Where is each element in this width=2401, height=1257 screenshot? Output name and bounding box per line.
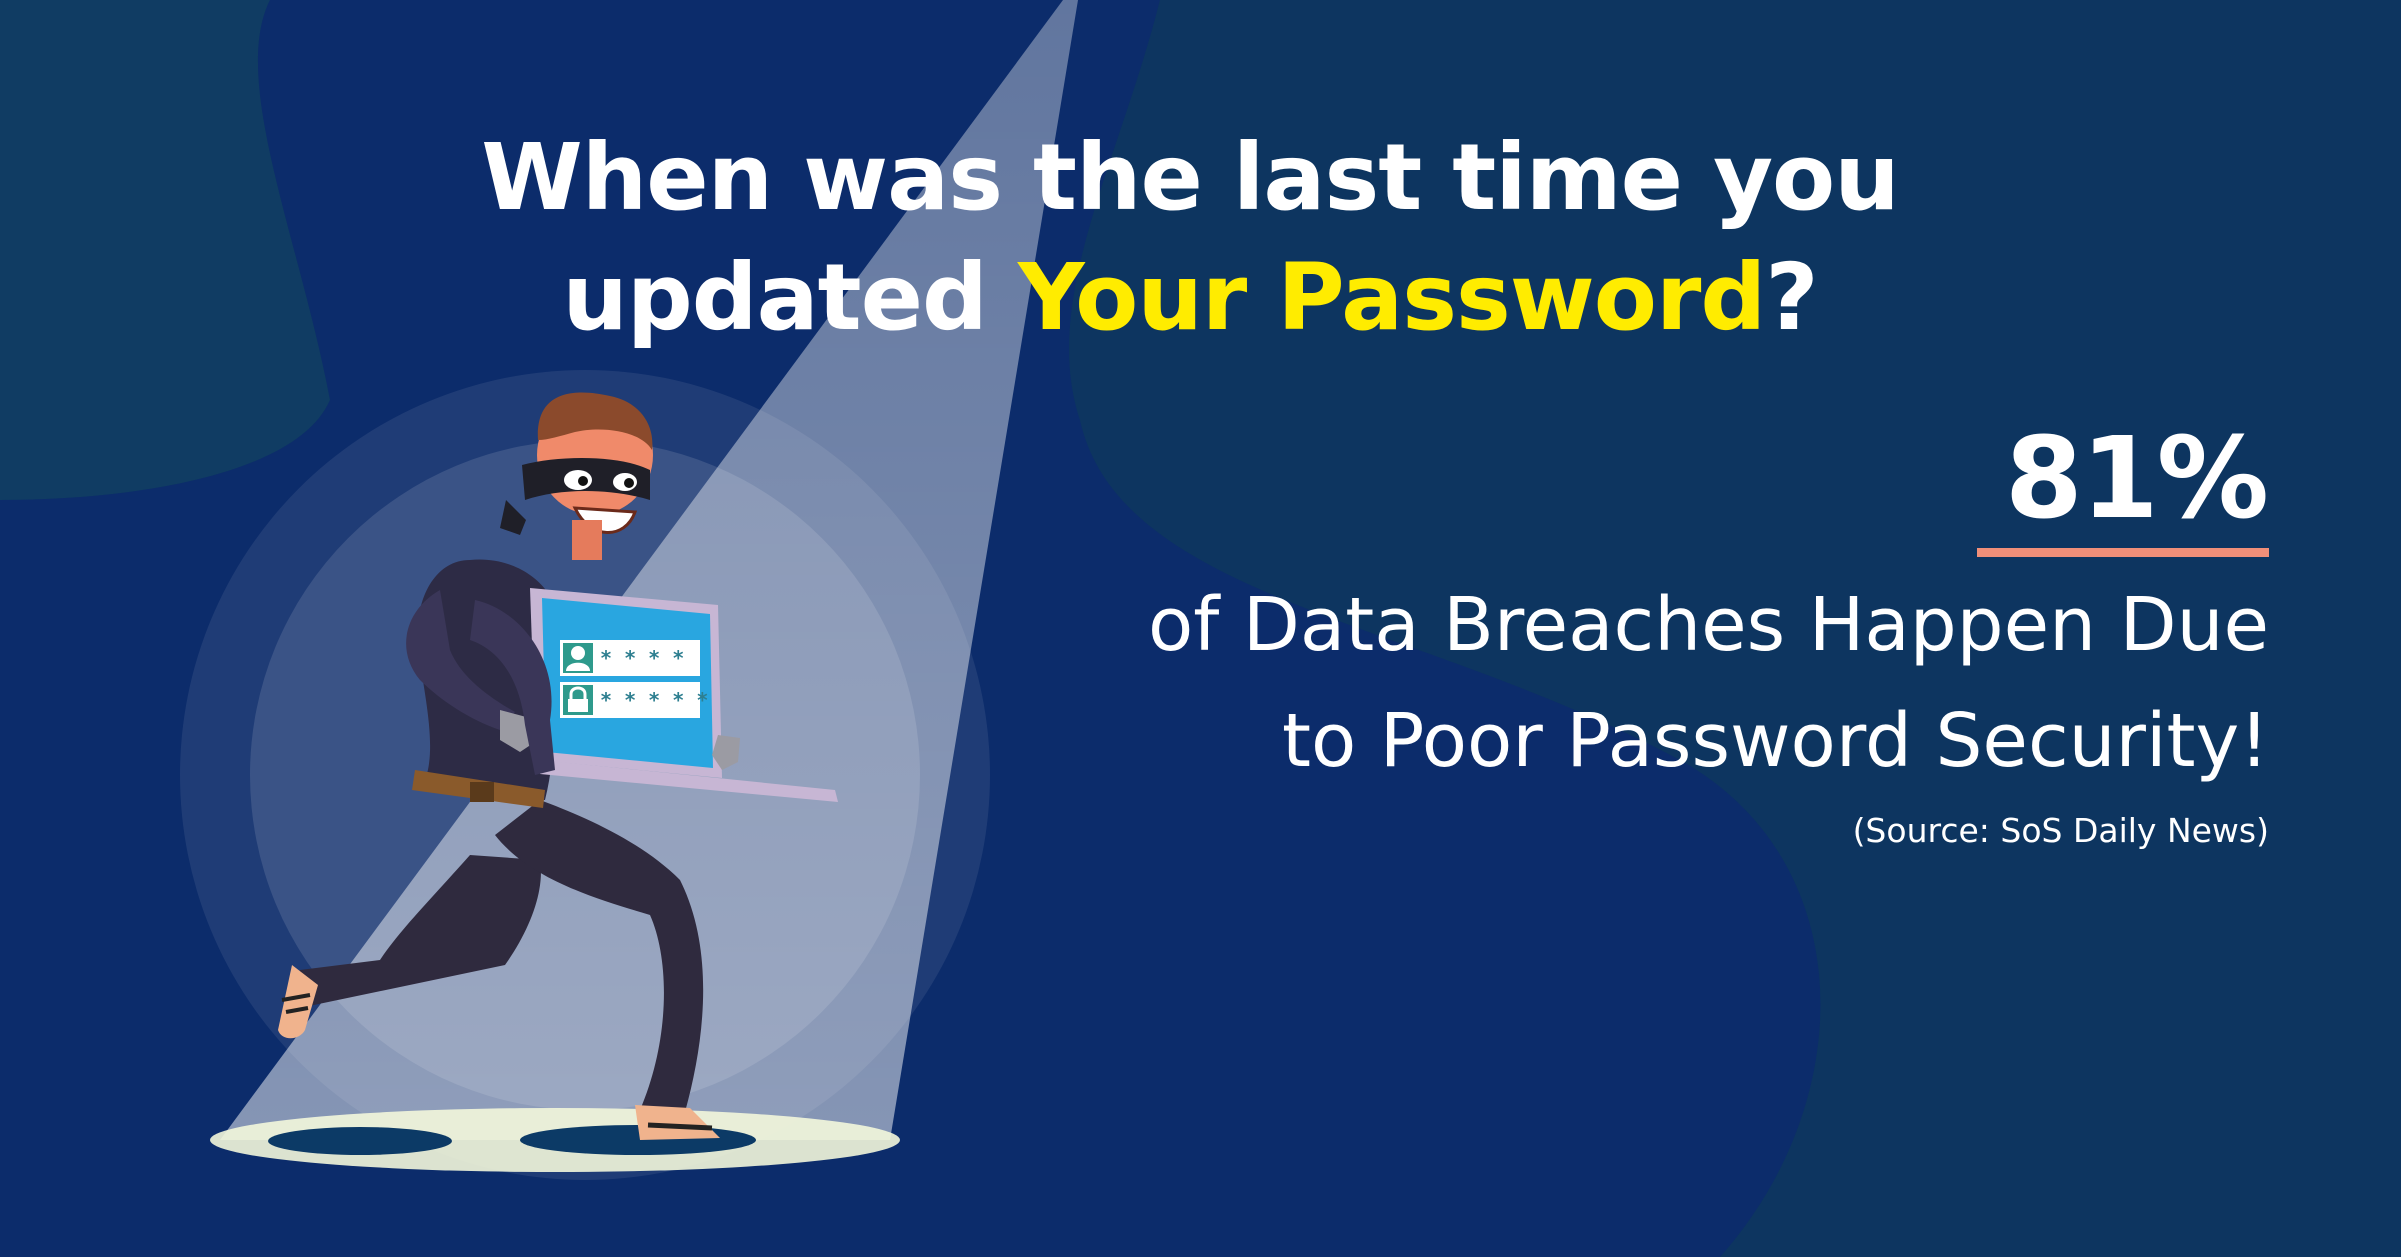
headline-prefix: updated	[562, 244, 1018, 351]
stat-description-line-1: of Data Breaches Happen Due	[1148, 582, 2269, 668]
headline-line-1: When was the last time you	[481, 124, 1900, 231]
password-mask-row-1: * * * *	[600, 646, 685, 670]
password-mask-row-2: * * * * *	[600, 688, 709, 712]
stat-description-line-2: to Poor Password Security!	[1281, 698, 2269, 784]
headline-line-2: updated Your Password?	[450, 238, 1930, 358]
infographic-canvas: * * * * * * * * * When was the last time…	[0, 0, 2401, 1257]
headline-suffix: ?	[1765, 244, 1818, 351]
floor-spotlight	[210, 1108, 900, 1172]
stat-percentage: 81%	[1976, 420, 2269, 557]
statistic-block: 81% of Data Breaches Happen Due to Poor …	[969, 420, 2269, 853]
headline-highlight: Your Password	[1017, 244, 1766, 351]
stat-source: (Source: SoS Daily News)	[1852, 811, 2269, 850]
